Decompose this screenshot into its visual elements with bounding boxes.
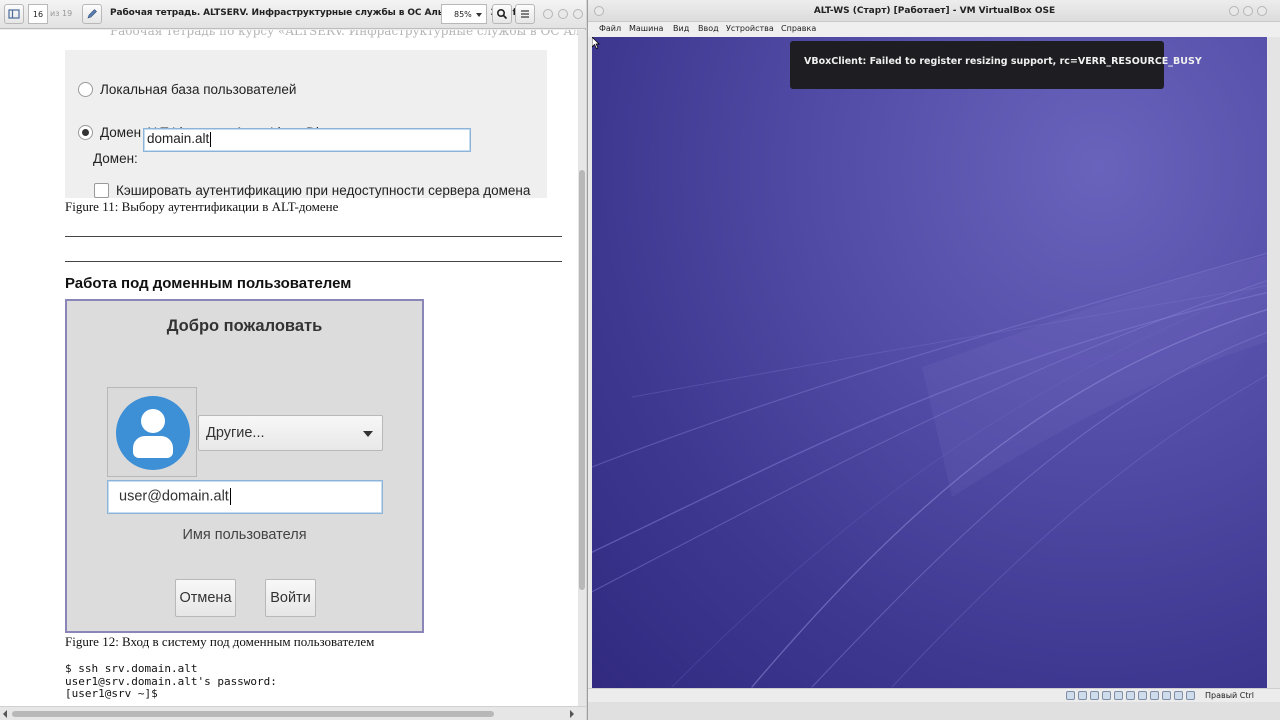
cache-auth-label: Кэшировать аутентификацию при недоступно…: [116, 183, 531, 198]
cpu-icon[interactable]: [1162, 691, 1171, 700]
status-bar: Правый Ctrl: [588, 688, 1280, 702]
annotate-button[interactable]: [82, 4, 102, 24]
notification-toast: VBoxClient: Failed to register resizing …: [790, 41, 1202, 89]
recording-icon[interactable]: [1150, 691, 1159, 700]
menu-view[interactable]: Вид: [673, 24, 689, 33]
user-select-dropdown[interactable]: Другие...: [198, 415, 383, 451]
menu-machine[interactable]: Машина: [629, 24, 663, 33]
search-icon: [496, 8, 508, 20]
close-icon[interactable]: [1257, 6, 1267, 16]
domain-field-label: Домен:: [93, 151, 138, 166]
minimize-icon[interactable]: [1229, 6, 1239, 16]
local-db-label: Локальная база пользователей: [100, 82, 297, 97]
search-button[interactable]: [492, 4, 512, 24]
zoom-select[interactable]: 85%: [441, 4, 487, 24]
window-bottom-edge: [588, 702, 1280, 720]
minimize-icon[interactable]: [543, 9, 553, 19]
display-icon[interactable]: [1138, 691, 1147, 700]
scroll-right-icon[interactable]: [570, 710, 574, 718]
text-cursor: [210, 131, 212, 147]
username-value: user@domain.alt: [119, 488, 229, 505]
vm-display[interactable]: VBoxClient: Failed to register resizing …: [592, 37, 1267, 688]
page-number-input[interactable]: 16: [28, 4, 48, 24]
menu-bar: Файл Машина Вид Ввод Устройства Справка: [588, 22, 1280, 37]
optical-drive-icon[interactable]: [1078, 691, 1087, 700]
hard-disk-icon[interactable]: [1066, 691, 1075, 700]
page-header-text: Рабочая тетрадь по курсу «ALTSERV. Инфра…: [110, 30, 578, 38]
domain-input[interactable]: domain.alt: [143, 128, 471, 152]
wallpaper-waves: [592, 252, 1267, 688]
user-select-value: Другие...: [206, 425, 265, 441]
cache-auth-checkbox[interactable]: [94, 183, 109, 198]
window-title: ALT-WS (Старт) [Работает] - VM VirtualBo…: [813, 6, 1056, 16]
maximize-icon[interactable]: [558, 9, 568, 19]
login-title: Добро пожаловать: [166, 317, 323, 335]
mouse-integration-icon[interactable]: [1174, 691, 1183, 700]
menu-input[interactable]: Ввод: [698, 24, 719, 33]
mouse-pointer-icon: [592, 37, 600, 49]
domain-radio[interactable]: [78, 125, 93, 140]
sidebar-toggle-button[interactable]: [4, 4, 24, 24]
cancel-button[interactable]: Отмена: [175, 579, 236, 617]
menu-help[interactable]: Справка: [781, 24, 816, 33]
zoom-value: 85%: [454, 9, 472, 19]
login-screen-screenshot: Добро пожаловать Другие... user@domain.a…: [65, 299, 424, 633]
scroll-left-icon[interactable]: [3, 710, 7, 718]
usb-icon[interactable]: [1114, 691, 1123, 700]
local-db-radio[interactable]: [78, 82, 93, 97]
avatar: [107, 387, 197, 477]
maximize-icon[interactable]: [1243, 6, 1253, 16]
login-button[interactable]: Войти: [265, 579, 316, 617]
divider: [65, 261, 562, 262]
menu-devices[interactable]: Устройства: [726, 24, 774, 33]
page-count-label: из 19: [50, 9, 73, 18]
chevron-down-icon: [363, 431, 373, 437]
chevron-down-icon: [476, 13, 482, 17]
sidebar-icon: [8, 9, 20, 19]
pencil-icon: [87, 9, 97, 19]
menu-button[interactable]: [515, 4, 535, 24]
username-input[interactable]: user@domain.alt: [107, 480, 383, 514]
figure-12-caption: Figure 12: Вход в систему под доменным п…: [65, 634, 375, 649]
divider: [65, 236, 562, 237]
vbox-titlebar: ALT-WS (Старт) [Работает] - VM VirtualBo…: [588, 0, 1280, 22]
vertical-scrollbar[interactable]: [578, 30, 586, 706]
figure-11-caption: Figure 11: Выбору аутентификации в ALT-д…: [65, 199, 339, 214]
close-icon[interactable]: [573, 9, 583, 19]
hamburger-icon: [521, 10, 529, 18]
shared-folders-icon[interactable]: [1126, 691, 1135, 700]
user-avatar-icon: [116, 396, 190, 470]
terminal-line: $ ssh srv.domain.alt: [65, 662, 198, 675]
section-heading: Работа под доменным пользователем: [65, 275, 352, 292]
pdf-page: Рабочая тетрадь по курсу «ALTSERV. Инфра…: [0, 30, 578, 706]
menu-file[interactable]: Файл: [599, 24, 621, 33]
text-cursor: [229, 488, 231, 505]
terminal-line: [user1@srv ~]$: [65, 687, 158, 700]
host-key-label: Правый Ctrl: [1205, 691, 1255, 700]
pdf-toolbar: 16 из 19 Рабочая тетрадь. ALTSERV. Инфра…: [0, 0, 586, 29]
scrollbar-thumb[interactable]: [12, 711, 494, 717]
keyboard-icon[interactable]: [1186, 691, 1195, 700]
scrollbar-thumb[interactable]: [579, 170, 585, 590]
vbox-side-strip: [1268, 37, 1280, 688]
virtualbox-window: ALT-WS (Старт) [Работает] - VM VirtualBo…: [587, 0, 1280, 720]
pdf-viewer-window: 16 из 19 Рабочая тетрадь. ALTSERV. Инфра…: [0, 0, 586, 720]
network-icon[interactable]: [1102, 691, 1111, 700]
terminal-listing: $ ssh srv.domain.alt user1@srv.domain.alt…: [65, 662, 277, 701]
audio-icon[interactable]: [1090, 691, 1099, 700]
horizontal-scrollbar[interactable]: [0, 706, 586, 720]
auth-settings-screenshot: Локальная база пользователей Домен ALT L…: [65, 50, 547, 198]
username-hint: Имя пользователя: [182, 527, 307, 543]
domain-input-value: domain.alt: [147, 131, 210, 146]
